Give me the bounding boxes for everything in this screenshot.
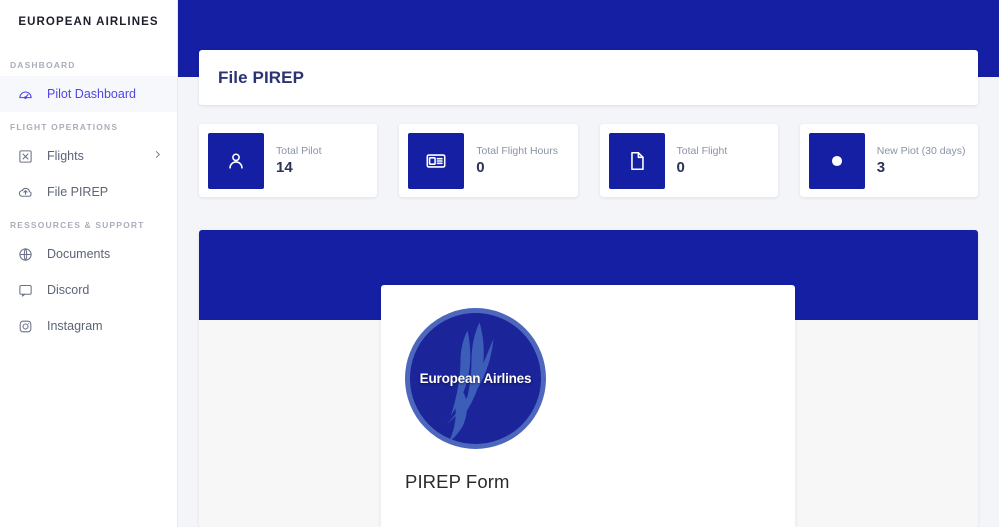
stat-text: Total Flight Hours 0 xyxy=(476,145,558,177)
sidebar: EUROPEAN AIRLINES DASHBOARD Pilot Dashbo… xyxy=(0,0,178,527)
stat-label: Total Pilot xyxy=(276,144,322,157)
sidebar-item-label: Pilot Dashboard xyxy=(47,87,136,101)
stat-card-total-pilot: Total Pilot 14 xyxy=(199,124,378,197)
sidebar-item-label: Documents xyxy=(47,247,111,261)
stat-text: Total Flight 0 xyxy=(677,145,728,177)
airline-logo: European Airlines xyxy=(405,308,546,449)
sidebar-section-title-flight-operations: FLIGHT OPERATIONS xyxy=(10,122,119,132)
sidebar-section-flight-operations: FLIGHT OPERATIONS Flights File PIREP xyxy=(0,116,177,210)
main-content: File PIREP Total Pilot 14 Total Flight H… xyxy=(178,0,999,527)
pirep-panel: European Airlines PIREP Form xyxy=(199,230,978,527)
sidebar-section-dashboard: DASHBOARD Pilot Dashboard xyxy=(0,54,177,112)
sidebar-item-label: Discord xyxy=(47,283,90,297)
circle-icon xyxy=(808,132,865,189)
sidebar-item-label: Flights xyxy=(47,149,84,163)
sidebar-item-file-pirep[interactable]: File PIREP xyxy=(0,174,177,210)
sidebar-item-label: File PIREP xyxy=(47,185,109,199)
stat-card-total-flight-hours: Total Flight Hours 0 xyxy=(399,124,578,197)
stat-value: 14 xyxy=(276,158,293,176)
user-icon xyxy=(208,132,264,189)
stat-card-new-pilot: New Piot (30 days) 3 xyxy=(799,124,978,197)
stat-text: New Piot (30 days) 3 xyxy=(877,145,966,177)
app-root: EUROPEAN AIRLINES DASHBOARD Pilot Dashbo… xyxy=(0,0,999,527)
stat-value: 0 xyxy=(476,158,485,176)
stat-text: Total Pilot 14 xyxy=(276,145,322,177)
form-title: PIREP Form xyxy=(405,471,510,492)
stat-card-total-flight: Total Flight 0 xyxy=(599,124,778,197)
cloud-upload-icon xyxy=(18,185,33,200)
stat-value: 0 xyxy=(676,158,685,176)
stat-label: New Piot (30 days) xyxy=(876,144,966,157)
page-header-card: File PIREP xyxy=(199,50,978,105)
sidebar-item-discord[interactable]: Discord xyxy=(0,272,177,308)
sidebar-item-flights[interactable]: Flights xyxy=(0,138,177,174)
brand-title: EUROPEAN AIRLINES xyxy=(18,16,159,28)
chat-icon xyxy=(18,283,33,298)
chevron-right-icon[interactable] xyxy=(152,149,163,163)
stat-value: 3 xyxy=(876,158,886,176)
stats-row: Total Pilot 14 Total Flight Hours 0 Tota… xyxy=(199,124,978,197)
gauge-icon xyxy=(18,87,33,102)
sidebar-item-pilot-dashboard[interactable]: Pilot Dashboard xyxy=(0,76,177,112)
sidebar-item-documents[interactable]: Documents xyxy=(0,236,177,272)
plane-icon xyxy=(18,149,33,164)
stat-label: Total Flight Hours xyxy=(476,144,558,157)
globe-icon xyxy=(18,247,33,262)
logo-text: European Airlines xyxy=(419,371,532,386)
instagram-icon xyxy=(18,319,33,334)
document-icon xyxy=(608,132,665,189)
id-card-icon xyxy=(408,132,465,189)
sidebar-section-title-ressources-support: RESSOURCES & SUPPORT xyxy=(10,220,145,230)
brand[interactable]: EUROPEAN AIRLINES xyxy=(0,0,177,44)
page-title: File PIREP xyxy=(218,67,305,87)
sidebar-section-ressources-support: RESSOURCES & SUPPORT Documents Discord I… xyxy=(0,214,177,344)
sidebar-item-instagram[interactable]: Instagram xyxy=(0,308,177,344)
stat-label: Total Flight xyxy=(676,144,728,157)
sidebar-section-title-dashboard: DASHBOARD xyxy=(10,60,76,70)
pirep-form-card: European Airlines PIREP Form xyxy=(381,285,795,527)
sidebar-item-label: Instagram xyxy=(47,319,103,333)
